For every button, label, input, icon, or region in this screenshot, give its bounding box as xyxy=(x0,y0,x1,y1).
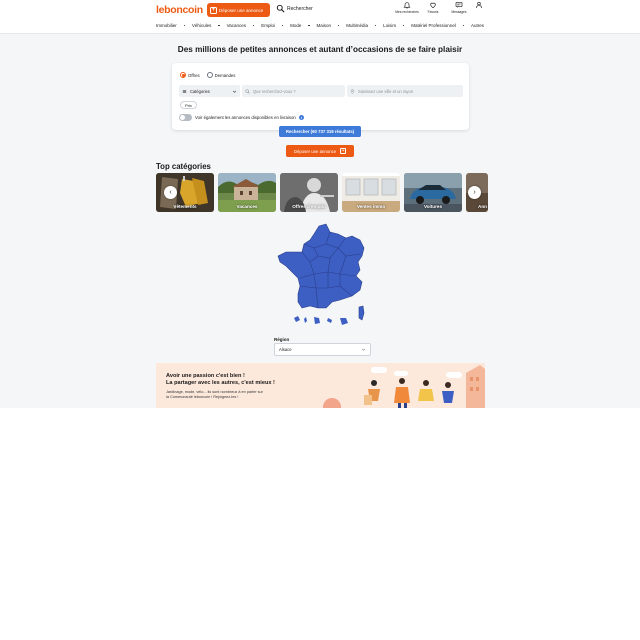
site-logo[interactable]: leboncoin xyxy=(156,4,203,16)
search-link-label: Rechercher xyxy=(287,5,313,12)
nav-separator xyxy=(252,24,255,27)
search-card: Offres Demandes Catégories Que recherche… xyxy=(172,63,469,130)
nav-item-multimedia[interactable]: Multimédia xyxy=(346,23,368,28)
delivery-toggle[interactable] xyxy=(179,114,192,121)
radio-offers-label: Offres xyxy=(188,72,200,78)
category-tile-label: Ann xyxy=(478,204,487,209)
price-filter-chip[interactable]: Prix xyxy=(180,101,197,109)
post-ad-secondary-button[interactable]: Déposer une annonce + xyxy=(286,145,354,157)
nav-item-vacances[interactable]: Vacances xyxy=(227,23,246,28)
list-icon xyxy=(182,89,187,93)
radio-requests-dot xyxy=(206,72,213,78)
page: leboncoin + Déposer une annonce Recherch… xyxy=(0,0,640,640)
nav-separator xyxy=(308,24,310,27)
plus-icon: + xyxy=(210,6,217,14)
radio-requests[interactable]: Demandes xyxy=(206,72,236,78)
user-icon xyxy=(476,2,482,9)
category-tile-label: Vêtements xyxy=(173,204,197,209)
nav-separator xyxy=(402,24,405,27)
favorites-link[interactable]: Favoris xyxy=(422,1,444,14)
category-tile-label: Offres d'emploi xyxy=(292,204,326,209)
messages-link[interactable]: Messages xyxy=(448,1,470,14)
nav-separator xyxy=(462,24,465,27)
ad-type-radios: Offres Demandes xyxy=(180,72,235,78)
search-link[interactable]: Rechercher xyxy=(276,4,313,13)
category-tile-label: Vacances xyxy=(236,204,258,209)
my-searches-link[interactable]: Mes recherches xyxy=(395,1,419,14)
map-region-corsica xyxy=(358,305,365,321)
radio-offers[interactable]: Offres xyxy=(180,72,200,78)
post-ad-secondary-label: Déposer une annonce xyxy=(293,148,337,154)
plus-icon: + xyxy=(340,147,347,154)
nav-item-autres[interactable]: Autres xyxy=(471,23,484,28)
nav-separator xyxy=(183,24,186,27)
nav-item-materiel-pro[interactable]: Matériel Professionnel xyxy=(411,23,456,28)
location-pin-icon xyxy=(350,88,355,94)
bell-icon xyxy=(403,2,411,9)
post-ad-label: Déposer une annonce xyxy=(219,7,264,13)
info-icon[interactable]: i xyxy=(298,115,304,120)
heart-icon xyxy=(430,2,436,9)
category-tile-label: Ventes immo xyxy=(356,204,386,209)
location-input[interactable]: Saisissez une ville et un rayon xyxy=(347,85,463,97)
location-placeholder: Saisissez une ville et un rayon xyxy=(358,88,414,94)
nav-item-loisirs[interactable]: Loisirs xyxy=(383,23,396,28)
search-fields: Catégories Que recherchez-vous ? Saisiss… xyxy=(179,85,463,97)
account-link[interactable] xyxy=(474,1,484,14)
site-header: leboncoin + Déposer une annonce Recherch… xyxy=(0,0,640,20)
favorites-label: Favoris xyxy=(427,10,439,14)
promo-body-line1: Jardinage, mode, vélo... ils sont nombre… xyxy=(166,390,263,394)
my-searches-label: Mes recherches xyxy=(395,10,419,14)
nav-item-maison[interactable]: Maison xyxy=(317,23,332,28)
search-icon xyxy=(276,4,285,13)
header-icons: Mes recherches Favoris Messages xyxy=(395,1,484,14)
carousel-prev-button[interactable]: ‹ xyxy=(164,186,177,199)
category-select-content: Catégories xyxy=(182,89,210,94)
category-tile-emploi[interactable]: Offres d'emploi xyxy=(280,173,338,212)
nav-separator xyxy=(281,24,284,27)
search-submit-button[interactable]: Rechercher (60 737 319 résultats) xyxy=(279,126,361,137)
category-tile-vacances[interactable]: Vacances xyxy=(218,173,276,212)
category-tile-voitures[interactable]: Voitures xyxy=(404,173,462,212)
category-tile-label: Voitures xyxy=(423,204,443,209)
post-ad-button[interactable]: + Déposer une annonce xyxy=(207,3,270,17)
map-overseas-territories xyxy=(294,316,348,325)
category-select-value: Catégories xyxy=(190,88,210,94)
nav-item-vehicules[interactable]: Véhicules xyxy=(192,23,212,28)
radio-offers-dot xyxy=(180,72,186,78)
nav-item-immobilier[interactable]: Immobilier xyxy=(156,23,177,28)
region-select[interactable]: Alsace xyxy=(274,343,371,356)
message-icon xyxy=(455,2,463,8)
delivery-option: Voir également les annonces disponibles … xyxy=(179,114,304,121)
promo-body-line2: la Communauté leboncoin ! Rejoignez-les … xyxy=(166,395,239,399)
top-categories-title: Top catégories xyxy=(156,162,211,171)
nav-separator xyxy=(374,24,377,27)
top-categories-carousel: Vêtements Vacances Offres d'emploi Vente… xyxy=(156,173,488,213)
page-headline: Des millions de petites annonces et auta… xyxy=(177,45,463,54)
messages-label: Messages xyxy=(451,10,467,14)
category-tile-ventes-immo[interactable]: Ventes immo xyxy=(342,173,400,212)
nav-item-emploi[interactable]: Emploi xyxy=(261,23,275,28)
chevron-down-icon xyxy=(361,348,366,351)
search-icon xyxy=(245,88,250,94)
category-nav: Immobilier Véhicules Vacances Emploi Mod… xyxy=(0,20,640,34)
promo-title-line1: Avoir une passion c'est bien ! xyxy=(166,373,245,379)
chevron-down-icon xyxy=(232,90,237,93)
nav-separator xyxy=(337,24,340,27)
radio-requests-label: Demandes xyxy=(214,72,236,78)
promo-title-line2: La partager avec les autres, c'est mieux… xyxy=(166,380,275,386)
community-promo-banner[interactable]: Avoir une passion c'est bien ! La partag… xyxy=(156,363,485,408)
region-label: Région xyxy=(274,337,290,342)
delivery-label: Voir également les annonces disponibles … xyxy=(195,115,296,120)
category-select[interactable]: Catégories xyxy=(179,85,240,97)
query-input[interactable]: Que recherchez-vous ? xyxy=(242,85,345,97)
france-region-map[interactable] xyxy=(274,222,374,334)
query-placeholder: Que recherchez-vous ? xyxy=(253,88,296,94)
region-select-value: Alsace xyxy=(279,347,292,352)
nav-separator xyxy=(218,24,220,27)
community-illustration xyxy=(323,365,485,408)
carousel-next-button[interactable]: › xyxy=(468,186,481,199)
nav-item-mode[interactable]: Mode xyxy=(290,23,301,28)
